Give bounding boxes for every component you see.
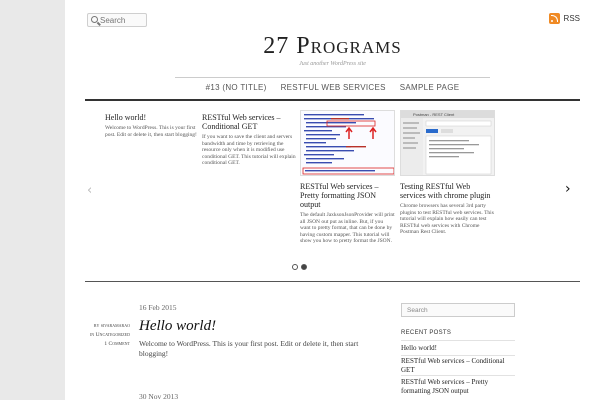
slide-pretty-json[interactable]: RESTful Web services – Pretty formatting… — [300, 182, 395, 245]
slide-title[interactable]: RESTful Web services – Pretty formatting… — [300, 182, 395, 209]
post-category-link[interactable]: Uncategorized — [96, 332, 130, 338]
thumb-window-title: Postman - REST Client — [413, 112, 455, 117]
slide-excerpt: Welcome to WordPress. This is your first… — [105, 125, 197, 138]
site-title[interactable]: 27 Programs — [65, 33, 600, 60]
slide-testing-chrome-plugin[interactable]: Testing RESTful Web services with chrome… — [400, 182, 495, 236]
rss-label: RSS — [563, 14, 580, 23]
recent-post-link[interactable]: RESTful Web services – Pretty formatting… — [401, 378, 515, 396]
code-screenshot-image — [302, 114, 394, 175]
slide-excerpt: The default JaxksonJsonProvider will pri… — [300, 212, 395, 245]
post-author[interactable]: by sivaramarao — [87, 322, 130, 331]
top-search-input[interactable] — [100, 14, 146, 26]
post-date: 16 Feb 2015 — [139, 303, 177, 312]
slide-thumbnail-postman[interactable]: Postman - REST Client — [400, 110, 495, 176]
slide-title[interactable]: RESTful Web services – Conditional GET — [202, 113, 297, 131]
postman-screenshot-image: Postman - REST Client — [401, 111, 494, 175]
post-category: in Uncategorized — [87, 331, 130, 340]
recent-post-link[interactable]: Hello world! — [401, 344, 515, 353]
nav-item-no-title[interactable]: #13 (NO TITLE) — [206, 83, 267, 92]
rss-icon — [548, 13, 560, 24]
slide-excerpt: Chrome browsers has several 3rd party pl… — [400, 203, 494, 236]
sidebar-search-input[interactable]: Search — [401, 303, 515, 317]
nav-item-sample-page[interactable]: SAMPLE PAGE — [400, 83, 460, 92]
slide-excerpt: If you want to save the client and serve… — [202, 134, 296, 167]
sidebar-divider — [401, 355, 515, 356]
slider-next-arrow[interactable]: › — [565, 181, 571, 197]
sidebar-divider — [401, 375, 515, 376]
slider-prev-arrow[interactable]: ‹ — [87, 183, 92, 198]
page-container: RSS 27 Programs Just another WordPress s… — [65, 0, 600, 400]
post-date: 30 Nov 2013 — [139, 392, 179, 400]
nav-bottom-rule — [85, 99, 580, 101]
recent-posts-heading: RECENT POSTS — [401, 330, 452, 336]
slide-title[interactable]: Testing RESTful Web services with chrome… — [400, 182, 495, 200]
search-icon — [91, 16, 98, 23]
slide-hello-world[interactable]: Hello world! Welcome to WordPress. This … — [105, 113, 200, 138]
post-title[interactable]: Hello world! — [139, 318, 216, 335]
slide-thumbnail-code[interactable] — [300, 110, 395, 176]
post-meta: by sivaramarao in Uncategorized 1 Commen… — [87, 322, 130, 349]
site-tagline: Just another WordPress site — [299, 61, 366, 67]
nav-item-restful-web-services[interactable]: RESTFUL WEB SERVICES — [281, 83, 386, 92]
post-comments-link[interactable]: 1 Comment — [87, 340, 130, 349]
post-excerpt: Welcome to WordPress. This is your first… — [139, 339, 359, 358]
rss-link[interactable]: RSS — [548, 13, 580, 24]
post-category-prefix: in — [89, 332, 95, 338]
slide-conditional-get[interactable]: RESTful Web services – Conditional GET I… — [202, 113, 297, 167]
main-nav: #13 (NO TITLE) RESTFUL WEB SERVICES SAMP… — [65, 83, 600, 92]
top-search-box[interactable] — [87, 13, 147, 27]
content-top-rule — [85, 281, 580, 282]
slider-dot-1[interactable] — [292, 264, 298, 270]
slider-dot-2[interactable] — [301, 264, 307, 270]
recent-post-link[interactable]: RESTful Web services – Conditional GET — [401, 357, 515, 375]
sidebar-divider — [401, 340, 515, 341]
slide-title[interactable]: Hello world! — [105, 113, 200, 122]
header-divider — [175, 77, 490, 78]
slider-pagination — [292, 264, 307, 270]
